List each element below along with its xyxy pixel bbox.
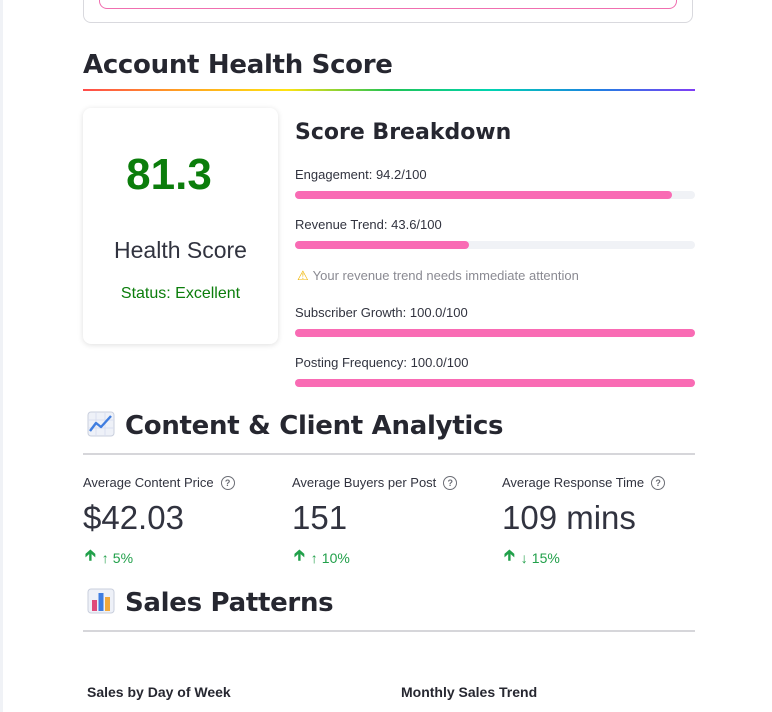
score-breakdown-title: Score Breakdown (295, 120, 512, 145)
warning-icon: ⚠ (297, 268, 309, 283)
sales-patterns-title-text: Sales Patterns (125, 588, 334, 618)
help-icon[interactable]: ? (220, 475, 235, 490)
previous-section-card (83, 0, 693, 23)
kpi-delta-response-time: 🡱 ↓ 15% (504, 545, 560, 570)
kpi-delta-buyers-per-post-text: 10% (321, 549, 350, 566)
arrow-up-small-icon: ↑ (101, 549, 109, 566)
subscriber-growth-progress-bar (295, 329, 695, 337)
health-status: Status: Excellent (120, 285, 241, 302)
engagement-label: Engagement: 94.2/100 (295, 167, 427, 182)
sales-by-day-heading: Sales by Day of Week (87, 684, 231, 700)
kpi-delta-response-time-text: 15% (531, 549, 560, 566)
help-icon[interactable]: ? (651, 475, 666, 490)
arrow-up-icon: 🡱 (85, 547, 96, 564)
revenue-warning: ⚠ Your revenue trend needs immediate atte… (297, 268, 579, 284)
monthly-sales-trend-heading: Monthly Sales Trend (401, 684, 538, 700)
section-title-sales-patterns: Sales Patterns (87, 588, 334, 618)
posting-frequency-label: Posting Frequency: 100.0/100 (295, 355, 469, 370)
arrow-up-small-icon: ↑ (310, 549, 318, 566)
chart-increasing-icon (87, 411, 115, 437)
kpi-delta-buyers-per-post: 🡱 ↑ 10% (294, 545, 350, 570)
kpi-value-response-time: 109 mins (502, 499, 636, 536)
subscriber-growth-label: Subscriber Growth: 100.0/100 (295, 305, 468, 320)
subscriber-growth-progress-fill (295, 329, 695, 337)
arrow-up-icon: 🡱 (504, 547, 515, 564)
kpi-label-response-time-text: Average Response Time (502, 475, 645, 490)
posting-frequency-progress-fill (295, 379, 695, 387)
sales-patterns-divider (83, 630, 695, 632)
content-analytics-divider (83, 453, 695, 455)
kpi-delta-content-price-text: 5% (112, 549, 134, 566)
previous-section-inner-box (99, 0, 677, 9)
engagement-progress-bar (295, 191, 695, 199)
kpi-label-response-time: Average Response Time ? (502, 475, 666, 490)
section-title-content-analytics: Content & Client Analytics (87, 411, 504, 441)
rainbow-divider (83, 89, 695, 91)
content-analytics-title-text: Content & Client Analytics (125, 411, 504, 441)
kpi-label-content-price: Average Content Price ? (83, 475, 235, 490)
health-score-value: 81.3 (126, 150, 212, 199)
revenue-trend-progress-fill (295, 241, 470, 249)
kpi-value-buyers-per-post: 151 (292, 499, 348, 536)
section-title-account-health: Account Health Score (83, 50, 393, 80)
kpi-label-buyers-per-post-text: Average Buyers per Post (292, 475, 437, 490)
arrow-up-icon: 🡱 (294, 547, 305, 564)
revenue-trend-label: Revenue Trend: 43.6/100 (295, 217, 442, 232)
health-score-label: Health Score (114, 237, 247, 263)
arrow-down-small-icon: ↓ (520, 549, 528, 566)
posting-frequency-progress-bar (295, 379, 695, 387)
kpi-label-content-price-text: Average Content Price (83, 475, 214, 490)
engagement-progress-fill (295, 191, 672, 199)
kpi-label-buyers-per-post: Average Buyers per Post ? (292, 475, 458, 490)
help-icon[interactable]: ? (443, 475, 458, 490)
revenue-warning-text: Your revenue trend needs immediate atten… (312, 268, 579, 283)
health-score-card (83, 108, 278, 344)
left-gutter (0, 0, 3, 712)
bar-chart-icon (87, 588, 115, 614)
revenue-trend-progress-bar (295, 241, 695, 249)
kpi-delta-content-price: 🡱 ↑ 5% (85, 545, 133, 570)
kpi-value-content-price: $42.03 (83, 499, 184, 536)
